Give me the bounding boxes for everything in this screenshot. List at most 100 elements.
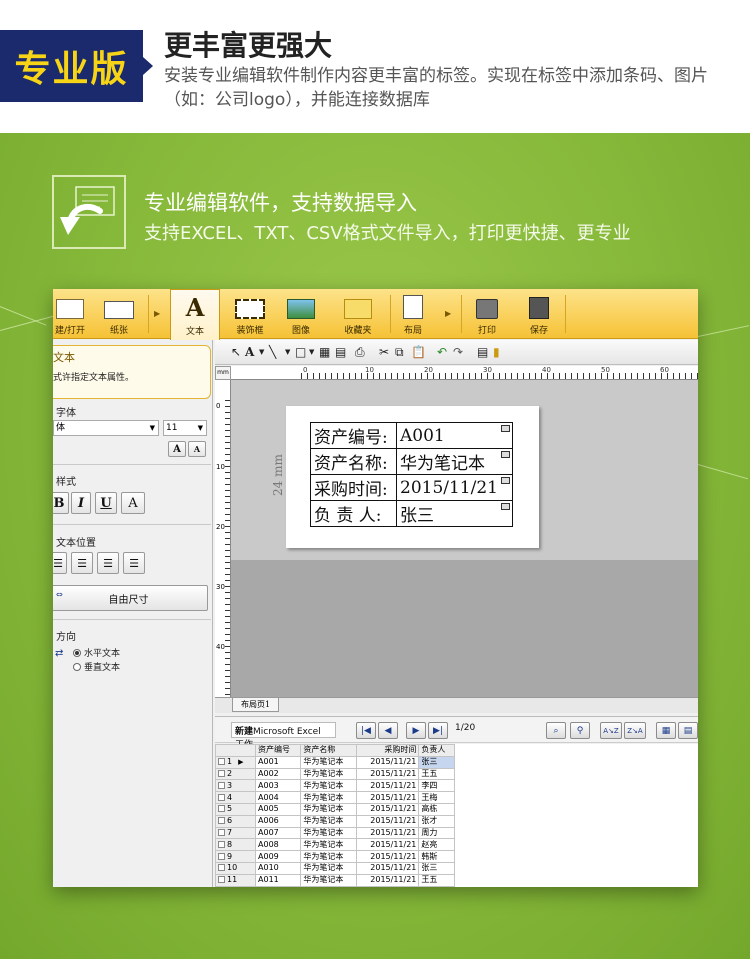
row-checkbox[interactable] — [218, 876, 225, 884]
ribbon-print-button[interactable]: 打印 — [467, 289, 507, 339]
font-family-select[interactable]: 体 ▼ — [53, 420, 159, 436]
row-checkbox[interactable] — [218, 793, 225, 801]
label-canvas[interactable]: 24 mm 资产编号: A001 资产名称: 华为笔记本 采购时间: 2015/… — [231, 380, 698, 697]
database-icon[interactable]: ▮ — [493, 344, 500, 361]
table-row[interactable]: 7 A007 华为笔记本 2015/11/21 周力 — [215, 826, 455, 840]
table-row[interactable]: 10 A010 华为笔记本 2015/11/21 张三 — [215, 861, 455, 875]
layout-page-tab[interactable]: 布局页1 — [232, 698, 280, 712]
filter-button[interactable]: ⚲ — [570, 722, 590, 739]
align-left-button[interactable]: ☰ — [53, 552, 67, 574]
grid-tool-icon[interactable]: ▤ — [335, 344, 346, 361]
column-header[interactable]: 资产编号 — [254, 744, 302, 757]
row-number[interactable]: 3 — [215, 779, 256, 793]
font-size-select[interactable]: 11 ▼ — [163, 420, 207, 436]
first-record-button[interactable]: |◀ — [356, 722, 376, 739]
bold-button[interactable]: B — [53, 492, 69, 514]
table-row[interactable]: 5 A005 华为笔记本 2015/11/21 高栋 — [215, 802, 455, 816]
row-checkbox[interactable] — [218, 840, 225, 848]
align-center-button[interactable]: ☰ — [71, 552, 93, 574]
outline-text-button[interactable]: A — [121, 492, 145, 514]
line-tool-icon[interactable]: ╲ — [269, 344, 276, 361]
grid-view-button[interactable]: ▦ — [656, 722, 676, 739]
table-row[interactable]: 3 A003 华为笔记本 2015/11/21 李四 — [215, 779, 455, 793]
table-row[interactable]: 1 ▶ A001 华为笔记本 2015/11/21 张三 — [215, 755, 455, 769]
ribbon-new-open-button[interactable]: 建/打开 — [53, 289, 93, 339]
column-header[interactable]: 采购时间 — [355, 744, 420, 757]
undo-icon[interactable]: ↶ — [437, 344, 447, 361]
shrink-font-button[interactable]: A — [188, 441, 206, 457]
table-tool-icon[interactable]: ▦ — [319, 344, 330, 361]
row-checkbox[interactable] — [218, 781, 225, 789]
underline-button[interactable]: U — [95, 492, 117, 514]
label-key[interactable]: 资产名称: — [310, 448, 397, 475]
ribbon-paper-button[interactable]: 纸张 — [97, 289, 141, 339]
search-button[interactable]: ⌕ — [546, 722, 566, 739]
ribbon-frame-button[interactable]: 装饰框 — [227, 289, 273, 339]
italic-button[interactable]: I — [71, 492, 91, 514]
table-row[interactable]: 4 A004 华为笔记本 2015/11/21 王梅 — [215, 791, 455, 804]
row-checkbox[interactable] — [218, 805, 225, 813]
dropdown-arrow-icon[interactable]: ▼ — [259, 344, 264, 361]
grow-font-button[interactable]: A — [168, 441, 186, 457]
ribbon-save-button[interactable]: 保存 — [519, 289, 559, 339]
row-checkbox[interactable] — [218, 828, 225, 836]
row-number[interactable]: 8 — [215, 838, 256, 852]
row-number[interactable]: 7 — [215, 826, 256, 840]
sort-descending-button[interactable]: Z↘A — [624, 722, 646, 739]
redo-icon[interactable]: ↷ — [453, 344, 463, 361]
row-number[interactable]: 2 — [215, 767, 256, 781]
table-row[interactable]: 9 A009 华为笔记本 2015/11/21 韩斯 — [215, 850, 455, 863]
row-number[interactable]: 10 — [215, 861, 256, 875]
auto-size-button[interactable]: ⇔ 自由尺寸 — [53, 585, 208, 611]
align-right-button[interactable]: ☰ — [97, 552, 119, 574]
align-justify-button[interactable]: ☰ — [123, 552, 145, 574]
vertical-text-radio[interactable]: 垂直文本 — [73, 660, 120, 673]
list-view-button[interactable]: ▤ — [678, 722, 698, 739]
ribbon-text-button[interactable]: A 文本 — [170, 289, 220, 340]
row-checkbox[interactable] — [218, 864, 225, 872]
text-tool-icon[interactable]: A — [245, 344, 254, 361]
table-row[interactable]: 2 A002 华为笔记本 2015/11/21 王五 — [215, 767, 455, 781]
label-value-cell[interactable]: 张三 — [396, 500, 513, 527]
row-checkbox[interactable] — [218, 817, 225, 825]
row-number[interactable]: 5 — [215, 802, 256, 816]
prev-record-button[interactable]: ◀ — [378, 722, 398, 739]
column-header[interactable]: 负责人 — [418, 744, 455, 757]
label-table[interactable]: 资产编号: A001 资产名称: 华为笔记本 采购时间: 2015/11/21 … — [310, 422, 513, 527]
label-value-cell[interactable]: A001 — [396, 422, 513, 449]
paste-icon[interactable]: 📋 — [411, 344, 426, 361]
select-arrow-icon[interactable]: ↖ — [231, 344, 241, 361]
label-key[interactable]: 负 责 人: — [310, 500, 397, 527]
row-number[interactable]: 9 — [215, 850, 256, 863]
row-checkbox[interactable] — [218, 769, 225, 777]
rectangle-tool-icon[interactable]: □ — [295, 344, 306, 361]
label-key[interactable]: 采购时间: — [310, 474, 397, 501]
row-number[interactable]: 4 — [215, 791, 256, 804]
ribbon-layout-button[interactable]: 布局 — [393, 289, 433, 339]
label-value-cell[interactable]: 华为笔记本 — [396, 448, 513, 475]
row-checkbox[interactable] — [218, 852, 225, 860]
table-row[interactable]: 8 A008 华为笔记本 2015/11/21 赵亮 — [215, 838, 455, 852]
row-number[interactable]: 11 — [215, 873, 256, 887]
ribbon-image-button[interactable]: 图像 — [279, 289, 323, 339]
sort-ascending-button[interactable]: A↘Z — [600, 722, 622, 739]
dropdown-arrow-icon[interactable]: ▼ — [309, 344, 314, 361]
properties-icon[interactable]: ▤ — [477, 344, 488, 361]
print-preview-icon[interactable]: ⎙ — [355, 344, 365, 361]
ribbon-favorites-button[interactable]: 收藏夹 — [333, 289, 383, 339]
next-record-button[interactable]: ▶ — [406, 722, 426, 739]
copy-icon[interactable]: ⧉ — [395, 344, 404, 361]
row-checkbox[interactable] — [218, 758, 225, 766]
cut-icon[interactable]: ✂ — [379, 344, 389, 361]
new-database-button[interactable]: 新建 — [235, 727, 253, 737]
row-number[interactable]: 6 — [215, 814, 256, 828]
row-number[interactable]: 1 ▶ — [215, 755, 256, 769]
label-paper[interactable]: 资产编号: A001 资产名称: 华为笔记本 采购时间: 2015/11/21 … — [286, 406, 539, 548]
horizontal-text-radio[interactable]: 水平文本 — [73, 646, 120, 659]
last-record-button[interactable]: ▶| — [428, 722, 448, 739]
table-row[interactable]: 11 A011 华为笔记本 2015/11/21 王五 — [215, 873, 455, 887]
label-value-cell[interactable]: 2015/11/21 — [396, 474, 513, 501]
label-key[interactable]: 资产编号: — [310, 422, 397, 449]
table-row[interactable]: 6 A006 华为笔记本 2015/11/21 张才 — [215, 814, 455, 828]
column-header[interactable]: 资产名称 — [300, 744, 357, 757]
